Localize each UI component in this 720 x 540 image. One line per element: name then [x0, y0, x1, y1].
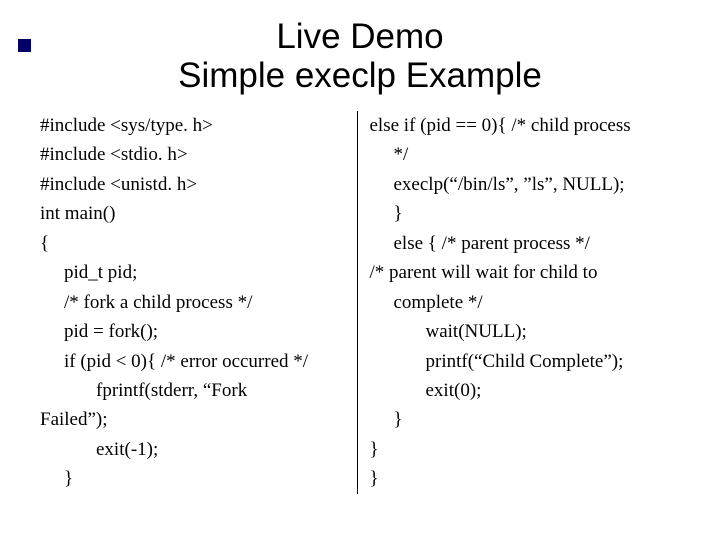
- code-line: pid_t pid;: [40, 258, 351, 287]
- code-line: complete */: [370, 288, 681, 317]
- code-line: if (pid < 0){ /* error occurred */: [40, 347, 351, 376]
- code-line: #include <sys/type. h>: [40, 111, 351, 140]
- code-line: */: [370, 140, 681, 169]
- code-line: else { /* parent process */: [370, 229, 681, 258]
- code-line: }: [370, 435, 681, 464]
- content-columns: #include <sys/type. h> #include <stdio. …: [40, 111, 680, 494]
- code-line: }: [370, 464, 681, 493]
- code-line: fprintf(stderr, “Fork: [40, 376, 351, 405]
- title-line-1: Live Demo: [276, 17, 443, 56]
- code-line: #include <stdio. h>: [40, 140, 351, 169]
- code-line: wait(NULL);: [370, 317, 681, 346]
- slide: Live Demo Simple execlp Example #include…: [0, 0, 720, 540]
- code-line: /* fork a child process */: [40, 288, 351, 317]
- title-bullet: [18, 39, 31, 52]
- code-line: {: [40, 229, 351, 258]
- slide-title: Live Demo Simple execlp Example: [40, 18, 680, 95]
- code-line: exit(0);: [370, 376, 681, 405]
- code-line: printf(“Child Complete”);: [370, 347, 681, 376]
- code-line: execlp(“/bin/ls”, ”ls”, NULL);: [370, 170, 681, 199]
- code-line: }: [370, 405, 681, 434]
- code-line: }: [370, 199, 681, 228]
- code-line: /* parent will wait for child to: [370, 258, 681, 287]
- code-line: else if (pid == 0){ /* child process: [370, 111, 681, 140]
- code-line: #include <unistd. h>: [40, 170, 351, 199]
- title-line-2: Simple execlp Example: [178, 56, 542, 95]
- code-line: }: [40, 464, 351, 493]
- code-column-right: else if (pid == 0){ /* child process */ …: [370, 111, 681, 494]
- code-column-left: #include <sys/type. h> #include <stdio. …: [40, 111, 358, 494]
- code-line: exit(-1);: [40, 435, 351, 464]
- code-line: pid = fork();: [40, 317, 351, 346]
- code-line: int main(): [40, 199, 351, 228]
- code-line: Failed”);: [40, 405, 351, 434]
